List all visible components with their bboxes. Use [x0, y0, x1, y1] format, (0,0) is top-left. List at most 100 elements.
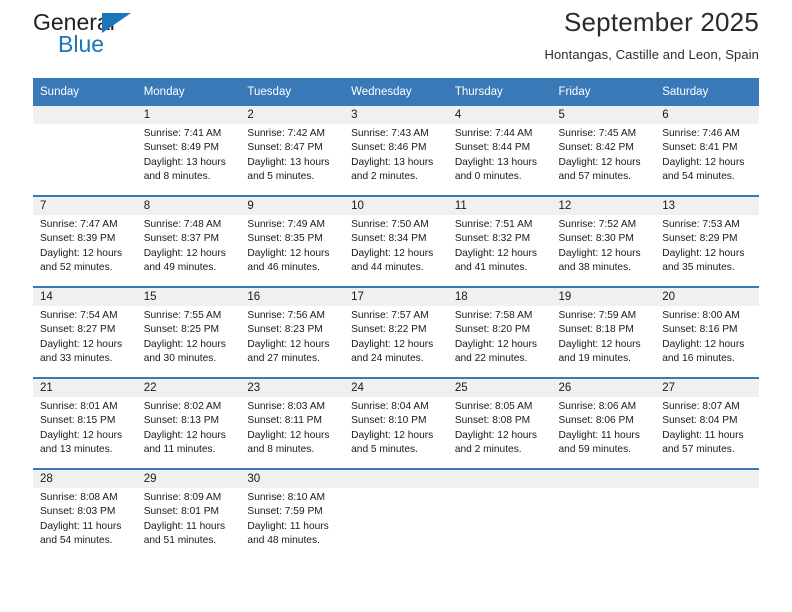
daylight-duration-line2: and 24 minutes. [351, 353, 424, 365]
day-cell-inner: 20 Sunrise: 8:00 AM Sunset: 8:16 PM Dayligh… [655, 288, 759, 377]
weekday-header-sunday: Sunday [33, 78, 137, 106]
day-cell-inner [447, 470, 552, 559]
sun-times: Sunrise: 7:42 AM Sunset: 8:47 PM Daylight:… [240, 124, 344, 185]
calendar-day-cell[interactable]: 6 Sunrise: 7:46 AM Sunset: 8:41 PM Daylight… [655, 106, 759, 196]
daylight-duration-line1: Daylight: 12 hours [454, 338, 537, 350]
daylight-duration-line2: and 13 minutes. [40, 444, 113, 456]
calendar-day-cell[interactable]: 29 Sunrise: 8:09 AM Sunset: 8:01 PM Dayligh… [136, 468, 241, 559]
sun-times: Sunrise: 7:52 AM Sunset: 8:30 PM Daylight:… [552, 215, 656, 276]
sunrise-time: Sunrise: 7:46 AM [662, 128, 740, 139]
calendar-day-cell[interactable]: 8 Sunrise: 7:48 AM Sunset: 8:37 PM Daylight… [136, 195, 241, 287]
calendar-day-cell[interactable]: 22 Sunrise: 8:02 AM Sunset: 8:13 PM Dayligh… [136, 377, 241, 469]
day-cell-inner: 24 Sunrise: 8:04 AM Sunset: 8:10 PM Dayligh… [344, 379, 448, 468]
day-cell-inner: 2 Sunrise: 7:42 AM Sunset: 8:47 PM Daylight… [240, 106, 345, 195]
sun-times: Sunrise: 8:08 AM Sunset: 8:03 PM Daylight:… [33, 488, 137, 549]
calendar-day-cell[interactable]: 1 Sunrise: 7:41 AM Sunset: 8:49 PM Daylight… [136, 106, 241, 196]
sunset-time: Sunset: 8:11 PM [247, 415, 322, 427]
calendar-day-cell[interactable]: 11 Sunrise: 7:51 AM Sunset: 8:32 PM Dayligh… [447, 195, 552, 287]
sunset-time: Sunset: 8:39 PM [40, 233, 116, 245]
brand-logo[interactable]: General Blue [33, 10, 213, 62]
calendar-day-cell[interactable]: 24 Sunrise: 8:04 AM Sunset: 8:10 PM Dayligh… [344, 377, 448, 469]
daylight-duration-line1: Daylight: 12 hours [351, 429, 434, 441]
brand-triangle-icon [102, 13, 131, 33]
calendar-day-cell[interactable]: 7 Sunrise: 7:47 AM Sunset: 8:39 PM Daylight… [33, 195, 137, 287]
calendar-week-row: 7 Sunrise: 7:47 AM Sunset: 8:39 PM Daylight… [33, 195, 759, 287]
day-number: 19 [551, 288, 656, 306]
daylight-duration-line2: and 5 minutes. [247, 171, 315, 183]
daylight-duration-line1: Daylight: 12 hours [40, 429, 123, 441]
calendar-day-cell[interactable]: 20 Sunrise: 8:00 AM Sunset: 8:16 PM Dayligh… [655, 286, 759, 378]
day-cell-inner: 30 Sunrise: 8:10 AM Sunset: 7:59 PM Dayligh… [240, 470, 345, 559]
calendar-day-cell[interactable]: 5 Sunrise: 7:45 AM Sunset: 8:42 PM Daylight… [551, 106, 656, 196]
sunrise-time: Sunrise: 7:41 AM [143, 128, 222, 139]
calendar-day-cell[interactable]: 10 Sunrise: 7:50 AM Sunset: 8:34 PM Dayligh… [344, 195, 448, 287]
sunset-time: Sunset: 8:16 PM [662, 324, 738, 336]
day-cell-inner: 8 Sunrise: 7:48 AM Sunset: 8:37 PM Daylight… [136, 197, 241, 286]
daylight-duration-line2: and 8 minutes. [247, 444, 315, 456]
calendar-day-cell[interactable]: 14 Sunrise: 7:54 AM Sunset: 8:27 PM Dayligh… [33, 286, 137, 378]
calendar-day-cell[interactable]: 17 Sunrise: 7:57 AM Sunset: 8:22 PM Dayligh… [344, 286, 448, 378]
calendar-day-cell[interactable]: 21 Sunrise: 8:01 AM Sunset: 8:15 PM Dayligh… [33, 377, 137, 469]
calendar-day-cell[interactable]: 2 Sunrise: 7:42 AM Sunset: 8:47 PM Daylight… [240, 106, 345, 196]
daylight-duration-line2: and 2 minutes. [454, 444, 522, 456]
daylight-duration-line2: and 52 minutes. [40, 262, 113, 274]
calendar-empty-cell [655, 468, 759, 559]
sun-times: Sunrise: 8:02 AM Sunset: 8:13 PM Daylight:… [137, 397, 241, 458]
day-cell-inner: 5 Sunrise: 7:45 AM Sunset: 8:42 PM Daylight… [551, 106, 656, 195]
daylight-duration-line1: Daylight: 12 hours [558, 338, 641, 350]
sunset-time: Sunset: 8:23 PM [247, 324, 323, 336]
sunset-time: Sunset: 8:18 PM [558, 324, 634, 336]
daylight-duration-line1: Daylight: 12 hours [351, 338, 434, 350]
daylight-duration-line1: Daylight: 12 hours [143, 338, 226, 350]
sunrise-time: Sunrise: 7:55 AM [143, 310, 222, 321]
calendar-day-cell[interactable]: 23 Sunrise: 8:03 AM Sunset: 8:11 PM Dayligh… [240, 377, 345, 469]
day-cell-inner: 15 Sunrise: 7:55 AM Sunset: 8:25 PM Dayligh… [136, 288, 241, 377]
calendar-day-cell[interactable]: 27 Sunrise: 8:07 AM Sunset: 8:04 PM Dayligh… [655, 377, 759, 469]
day-cell-inner: 4 Sunrise: 7:44 AM Sunset: 8:44 PM Daylight… [447, 106, 552, 195]
daylight-duration-line2: and 8 minutes. [143, 171, 211, 183]
day-cell-inner: 29 Sunrise: 8:09 AM Sunset: 8:01 PM Dayligh… [136, 470, 241, 559]
daylight-duration-line2: and 2 minutes. [351, 171, 418, 183]
day-number: 18 [447, 288, 552, 306]
calendar-body: 1 Sunrise: 7:41 AM Sunset: 8:49 PM Daylight… [33, 106, 759, 559]
calendar-empty-cell [551, 468, 656, 559]
day-cell-inner [655, 470, 759, 559]
day-number: 13 [655, 197, 759, 215]
sunset-time: Sunset: 8:08 PM [454, 415, 531, 427]
sunrise-time: Sunrise: 7:43 AM [351, 128, 429, 139]
calendar-day-cell[interactable]: 15 Sunrise: 7:55 AM Sunset: 8:25 PM Dayligh… [136, 286, 241, 378]
calendar-day-cell[interactable]: 30 Sunrise: 8:10 AM Sunset: 7:59 PM Dayligh… [240, 468, 345, 559]
calendar-day-cell[interactable]: 26 Sunrise: 8:06 AM Sunset: 8:06 PM Dayligh… [551, 377, 656, 469]
calendar-day-cell[interactable]: 12 Sunrise: 7:52 AM Sunset: 8:30 PM Dayligh… [551, 195, 656, 287]
day-cell-inner: 16 Sunrise: 7:56 AM Sunset: 8:23 PM Dayligh… [240, 288, 345, 377]
day-number: 28 [33, 470, 137, 488]
calendar-day-cell[interactable]: 3 Sunrise: 7:43 AM Sunset: 8:46 PM Daylight… [344, 106, 448, 196]
calendar-day-cell[interactable]: 4 Sunrise: 7:44 AM Sunset: 8:44 PM Daylight… [447, 106, 552, 196]
calendar-day-cell[interactable]: 25 Sunrise: 8:05 AM Sunset: 8:08 PM Dayligh… [447, 377, 552, 469]
day-cell-inner: 1 Sunrise: 7:41 AM Sunset: 8:49 PM Daylight… [136, 106, 241, 195]
sunrise-time: Sunrise: 7:51 AM [454, 219, 533, 230]
sunrise-time: Sunrise: 7:59 AM [558, 310, 637, 321]
calendar-day-cell[interactable]: 19 Sunrise: 7:59 AM Sunset: 8:18 PM Dayligh… [551, 286, 656, 378]
daylight-duration-line2: and 44 minutes. [351, 262, 424, 274]
calendar-day-cell[interactable]: 13 Sunrise: 7:53 AM Sunset: 8:29 PM Dayligh… [655, 195, 759, 287]
weekday-header-tuesday: Tuesday [240, 78, 345, 106]
daylight-duration-line2: and 27 minutes. [247, 353, 320, 365]
calendar-day-cell[interactable]: 9 Sunrise: 7:49 AM Sunset: 8:35 PM Daylight… [240, 195, 345, 287]
day-number: 3 [344, 106, 448, 124]
day-number: 27 [655, 379, 759, 397]
sun-times: Sunrise: 8:05 AM Sunset: 8:08 PM Daylight:… [448, 397, 552, 458]
weekday-header-thursday: Thursday [447, 78, 552, 106]
calendar-day-cell[interactable]: 18 Sunrise: 7:58 AM Sunset: 8:20 PM Dayligh… [447, 286, 552, 378]
day-number [551, 470, 656, 488]
calendar-page: General Blue September 2025 Hontangas, C… [0, 0, 792, 612]
calendar-day-cell[interactable]: 28 Sunrise: 8:08 AM Sunset: 8:03 PM Dayligh… [33, 468, 137, 559]
day-cell-inner: 21 Sunrise: 8:01 AM Sunset: 8:15 PM Dayligh… [33, 379, 137, 468]
daylight-duration-line2: and 16 minutes. [662, 353, 735, 365]
daylight-duration-line2: and 54 minutes. [662, 171, 735, 183]
daylight-duration-line1: Daylight: 11 hours [40, 520, 122, 532]
sun-times: Sunrise: 7:48 AM Sunset: 8:37 PM Daylight:… [137, 215, 241, 276]
sunset-time: Sunset: 8:13 PM [143, 415, 220, 427]
calendar-day-cell[interactable]: 16 Sunrise: 7:56 AM Sunset: 8:23 PM Dayligh… [240, 286, 345, 378]
page-subtitle: Hontangas, Castille and Leon, Spain [544, 47, 759, 62]
